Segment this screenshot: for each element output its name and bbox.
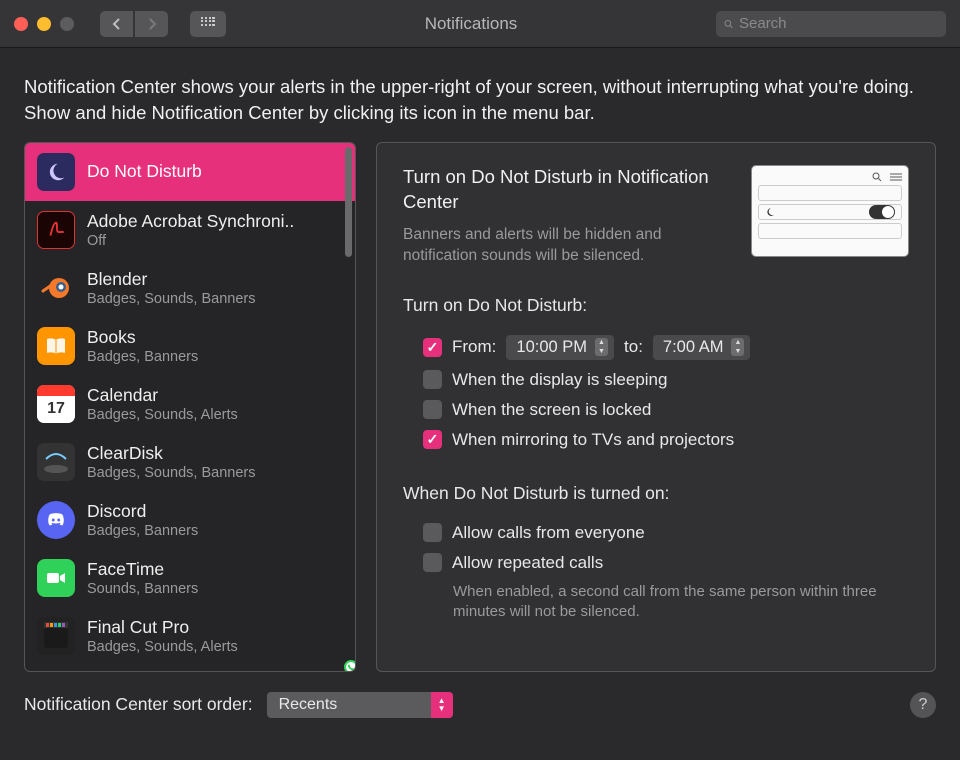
option-from-schedule: From: 10:00 PM ▲▼ to: 7:00 AM ▲▼ xyxy=(403,330,909,365)
sidebar-item-sub: Badges, Sounds, Banners xyxy=(87,465,255,481)
option-label: When the screen is locked xyxy=(452,400,651,420)
sidebar-item-discord[interactable]: Discord Badges, Banners xyxy=(25,491,355,549)
sidebar-item-final-cut-pro[interactable]: Final Cut Pro Badges, Sounds, Alerts xyxy=(25,607,355,665)
cleardisk-icon xyxy=(37,443,75,481)
everyone-checkbox[interactable] xyxy=(423,523,442,542)
sidebar-item-label: Blender xyxy=(87,269,255,290)
pane-description: Notification Center shows your alerts in… xyxy=(0,48,960,142)
panel-description: Banners and alerts will be hidden and no… xyxy=(403,225,733,267)
sidebar-item-sub: Badges, Banners xyxy=(87,349,198,365)
option-allow-everyone[interactable]: Allow calls from everyone xyxy=(403,518,909,548)
help-button[interactable]: ? xyxy=(910,692,936,718)
when-on-section-label: When Do Not Disturb is turned on: xyxy=(403,483,909,504)
option-label: Allow calls from everyone xyxy=(452,523,645,543)
sidebar-item-adobe-acrobat[interactable]: Adobe Acrobat Synchroni.. Off xyxy=(25,201,355,259)
sort-order-dropdown[interactable]: Recents ▲▼ xyxy=(267,692,453,718)
sidebar-item-label: Do Not Disturb xyxy=(87,161,202,182)
from-label: From: xyxy=(452,337,496,357)
sidebar-item-label: Calendar xyxy=(87,385,238,406)
option-mirroring[interactable]: When mirroring to TVs and projectors xyxy=(403,425,909,455)
option-screen-locked[interactable]: When the screen is locked xyxy=(403,395,909,425)
locked-checkbox[interactable] xyxy=(423,400,442,419)
sidebar-item-sub: Badges, Sounds, Alerts xyxy=(87,407,238,423)
sleeping-checkbox[interactable] xyxy=(423,370,442,389)
footer: Notification Center sort order: Recents … xyxy=(0,672,960,738)
moon-icon xyxy=(37,153,75,191)
sidebar-item-calendar[interactable]: 17 Calendar Badges, Sounds, Alerts xyxy=(25,375,355,433)
to-time-field[interactable]: 7:00 AM ▲▼ xyxy=(653,335,751,360)
sidebar-item-label: Adobe Acrobat Synchroni.. xyxy=(87,211,294,232)
option-allow-repeated[interactable]: Allow repeated calls xyxy=(403,548,909,578)
minimize-window-button[interactable] xyxy=(37,17,51,31)
option-display-sleeping[interactable]: When the display is sleeping xyxy=(403,365,909,395)
window-controls xyxy=(14,17,74,31)
mirroring-checkbox[interactable] xyxy=(423,430,442,449)
sidebar-scrollbar[interactable] xyxy=(345,147,352,257)
acrobat-icon xyxy=(37,211,75,249)
books-icon xyxy=(37,327,75,365)
close-window-button[interactable] xyxy=(14,17,28,31)
window-title: Notifications xyxy=(234,14,708,34)
show-all-prefs-button[interactable] xyxy=(190,11,226,37)
sidebar-item-label: Final Cut Pro xyxy=(87,617,238,638)
calendar-icon: 17 xyxy=(37,385,75,423)
zoom-window-button[interactable] xyxy=(60,17,74,31)
toggle-icon xyxy=(869,205,895,219)
sidebar-item-books[interactable]: Books Badges, Banners xyxy=(25,317,355,375)
forward-button[interactable] xyxy=(135,11,168,37)
sidebar-item-label: Discord xyxy=(87,501,198,522)
from-time-field[interactable]: 10:00 PM ▲▼ xyxy=(506,335,614,360)
from-checkbox[interactable] xyxy=(423,338,442,357)
option-label: When mirroring to TVs and projectors xyxy=(452,430,734,450)
list-icon xyxy=(890,172,902,182)
search-input[interactable] xyxy=(739,15,938,32)
option-label: When the display is sleeping xyxy=(452,370,667,390)
grid-icon xyxy=(201,17,215,31)
sidebar-item-facetime[interactable]: FaceTime Sounds, Banners xyxy=(25,549,355,607)
moon-icon xyxy=(765,207,775,217)
sidebar-item-blender[interactable]: Blender Badges, Sounds, Banners xyxy=(25,259,355,317)
repeated-checkbox[interactable] xyxy=(423,553,442,572)
repeated-calls-help: When enabled, a second call from the sam… xyxy=(403,578,909,623)
search-field[interactable] xyxy=(716,11,946,37)
search-icon xyxy=(872,172,882,182)
sidebar-item-sub: Sounds, Banners xyxy=(87,581,198,597)
titlebar: Notifications xyxy=(0,0,960,48)
sidebar-item-label: FaceTime xyxy=(87,559,198,580)
app-list-sidebar: Do Not Disturb Adobe Acrobat Synchroni..… xyxy=(24,142,356,672)
chevron-up-down-icon: ▲▼ xyxy=(431,692,453,718)
facetime-icon xyxy=(37,559,75,597)
sidebar-item-cleardisk[interactable]: ClearDisk Badges, Sounds, Banners xyxy=(25,433,355,491)
sidebar-item-sub: Off xyxy=(87,233,294,249)
sidebar-item-label: Books xyxy=(87,327,198,348)
sidebar-item-do-not-disturb[interactable]: Do Not Disturb xyxy=(25,143,355,201)
from-time-value: 10:00 PM xyxy=(516,338,587,357)
panel-title: Turn on Do Not Disturb in Notification C… xyxy=(403,165,733,215)
to-label: to: xyxy=(624,337,643,357)
discord-icon xyxy=(37,501,75,539)
stepper-icon[interactable]: ▲▼ xyxy=(595,338,608,356)
sidebar-item-sub: Badges, Sounds, Banners xyxy=(87,291,255,307)
sort-order-value: Recents xyxy=(279,696,338,714)
sidebar-item-sub: Badges, Sounds, Alerts xyxy=(87,639,238,655)
stepper-icon[interactable]: ▲▼ xyxy=(731,338,744,356)
sidebar-item-label: ClearDisk xyxy=(87,443,255,464)
search-icon xyxy=(724,17,733,31)
notification-center-preview xyxy=(751,165,909,257)
sidebar-item-sub: Badges, Banners xyxy=(87,523,198,539)
turn-on-section-label: Turn on Do Not Disturb: xyxy=(403,295,909,316)
final-cut-pro-icon xyxy=(37,617,75,655)
option-label: Allow repeated calls xyxy=(452,553,603,573)
back-button[interactable] xyxy=(100,11,133,37)
detail-panel: Turn on Do Not Disturb in Notification C… xyxy=(376,142,936,672)
to-time-value: 7:00 AM xyxy=(663,338,724,357)
sort-order-label: Notification Center sort order: xyxy=(24,694,253,715)
nav-buttons xyxy=(100,11,168,37)
blender-icon xyxy=(37,269,75,307)
